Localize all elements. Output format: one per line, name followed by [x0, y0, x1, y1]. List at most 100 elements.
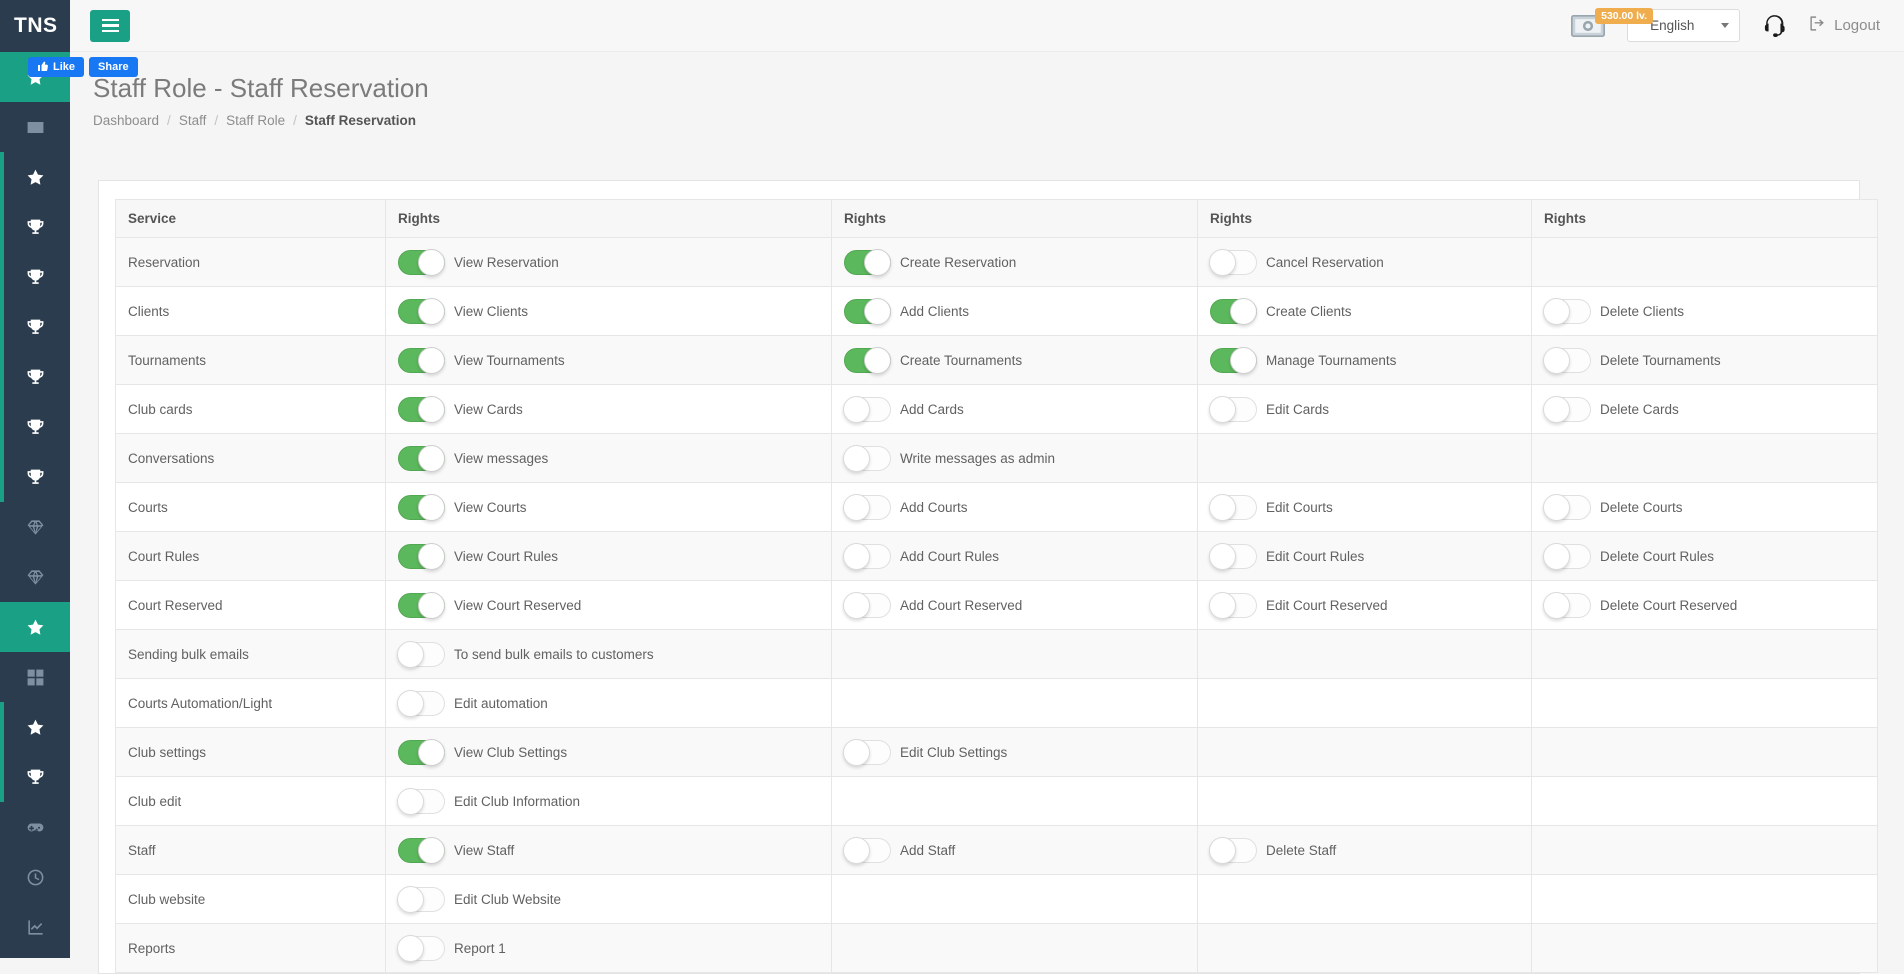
permission-toggle[interactable]: [1543, 542, 1591, 570]
permission-toggle[interactable]: [398, 395, 445, 423]
permission-toggle[interactable]: [1543, 591, 1591, 619]
permission-toggle[interactable]: [843, 493, 891, 521]
permission-label: Edit Courts: [1266, 499, 1333, 515]
permission-toggle[interactable]: [398, 297, 445, 325]
sidebar-item-1[interactable]: [0, 102, 70, 152]
permission-toggle[interactable]: [844, 346, 891, 374]
sidebar-item-14[interactable]: [0, 752, 70, 802]
permission-toggle[interactable]: [398, 738, 445, 766]
gamepad-icon: [26, 818, 45, 837]
permission-toggle[interactable]: [1210, 297, 1257, 325]
sidebar-item-2[interactable]: [0, 152, 70, 202]
right-cell: [1531, 776, 1878, 826]
trophy-icon: [26, 218, 45, 237]
sidebar-item-10[interactable]: [0, 552, 70, 602]
permission-label: Delete Staff: [1266, 842, 1337, 858]
permission-toggle[interactable]: [843, 395, 891, 423]
permission-toggle[interactable]: [398, 493, 445, 521]
permission-toggle[interactable]: [843, 738, 891, 766]
sidebar-item-13[interactable]: [0, 702, 70, 752]
permission-toggle[interactable]: [1209, 493, 1257, 521]
right-cell: [831, 874, 1198, 924]
headset-icon[interactable]: [1762, 13, 1787, 38]
toggle-knob: [397, 787, 424, 815]
clock-icon: [26, 868, 45, 887]
permission-toggle[interactable]: [397, 787, 445, 815]
table-body: Reservation View Reservation Create Reserv…: [115, 237, 1878, 973]
permission-toggle[interactable]: [1209, 395, 1257, 423]
sidebar-item-3[interactable]: [0, 202, 70, 252]
toggle-knob: [843, 542, 870, 570]
permission-toggle[interactable]: [1209, 591, 1257, 619]
permission-item: Edit Club Information: [397, 787, 819, 815]
sidebar-item-4[interactable]: [0, 252, 70, 302]
permission-item: Edit automation: [397, 689, 819, 717]
permission-toggle[interactable]: [843, 591, 891, 619]
permission-toggle[interactable]: [1209, 836, 1257, 864]
right-cell: [1531, 874, 1878, 924]
table-row: Courts View Courts Add Courts Edit Courts De…: [115, 482, 1878, 532]
permission-toggle[interactable]: [398, 444, 445, 472]
permission-toggle[interactable]: [397, 640, 445, 668]
permission-label: Edit Court Rules: [1266, 548, 1365, 564]
menu-toggle-button[interactable]: [90, 9, 130, 42]
right-cell: View Club Settings: [385, 727, 832, 777]
sidebar-item-7[interactable]: [0, 402, 70, 452]
permission-toggle[interactable]: [844, 297, 891, 325]
permission-toggle[interactable]: [844, 248, 891, 276]
sidebar-item-16[interactable]: [0, 852, 70, 902]
sidebar-item-5[interactable]: [0, 302, 70, 352]
permission-toggle[interactable]: [843, 444, 891, 472]
permission-toggle[interactable]: [843, 542, 891, 570]
sidebar-item-12[interactable]: [0, 652, 70, 702]
permission-toggle[interactable]: [1210, 346, 1257, 374]
permission-toggle[interactable]: [398, 591, 445, 619]
breadcrumb-item-2[interactable]: Staff Role: [226, 113, 285, 128]
permission-item: View messages: [398, 444, 819, 472]
toggle-knob: [397, 885, 424, 913]
balance-badge: 530.00 lv.: [1595, 7, 1654, 24]
sidebar-item-11[interactable]: [0, 602, 70, 652]
breadcrumb-item-1[interactable]: Staff: [179, 113, 207, 128]
permission-toggle[interactable]: [1209, 542, 1257, 570]
permission-toggle[interactable]: [398, 836, 445, 864]
account-balance[interactable]: 530.00 lv.: [1571, 7, 1654, 38]
permission-toggle[interactable]: [1543, 493, 1591, 521]
right-cell: [1197, 433, 1532, 483]
permission-toggle[interactable]: [398, 346, 445, 374]
sidebar-item-8[interactable]: [0, 452, 70, 502]
permission-toggle[interactable]: [398, 248, 445, 276]
permission-toggle[interactable]: [397, 689, 445, 717]
permission-item: To send bulk emails to customers: [397, 640, 819, 668]
service-name-cell: Court Reserved: [115, 580, 386, 630]
permission-label: Add Cards: [900, 401, 964, 417]
permission-item: Manage Tournaments: [1210, 346, 1519, 374]
permission-toggle[interactable]: [397, 885, 445, 913]
permission-toggle[interactable]: [397, 934, 445, 962]
sidebar-item-17[interactable]: [0, 902, 70, 952]
permission-toggle[interactable]: [843, 836, 891, 864]
sidebar-item-6[interactable]: [0, 352, 70, 402]
permission-toggle[interactable]: [1543, 395, 1591, 423]
permission-toggle[interactable]: [398, 542, 445, 570]
trophy-icon: [26, 468, 45, 487]
table-row: Court Rules View Court Rules Add Court Rul…: [115, 531, 1878, 581]
toggle-knob: [418, 542, 445, 570]
sidebar-item-15[interactable]: [0, 802, 70, 852]
toggle-knob: [843, 444, 870, 472]
diamond-icon: [26, 568, 45, 587]
permission-item: Edit Court Reserved: [1209, 591, 1519, 619]
table-row: Club edit Edit Club Information: [115, 776, 1878, 826]
permission-toggle[interactable]: [1543, 346, 1591, 374]
permission-item: Write messages as admin: [843, 444, 1185, 472]
sidebar-item-9[interactable]: [0, 502, 70, 552]
trophy-icon: [26, 368, 45, 387]
breadcrumb-item-0[interactable]: Dashboard: [93, 113, 159, 128]
permission-toggle[interactable]: [1543, 297, 1591, 325]
logout-button[interactable]: Logout: [1809, 15, 1880, 36]
permission-toggle[interactable]: [1209, 248, 1257, 276]
brand-logo[interactable]: TNS: [0, 0, 70, 52]
facebook-share-button[interactable]: Share: [89, 57, 138, 77]
permission-item: Add Courts: [843, 493, 1185, 521]
facebook-like-button[interactable]: Like: [28, 57, 85, 77]
